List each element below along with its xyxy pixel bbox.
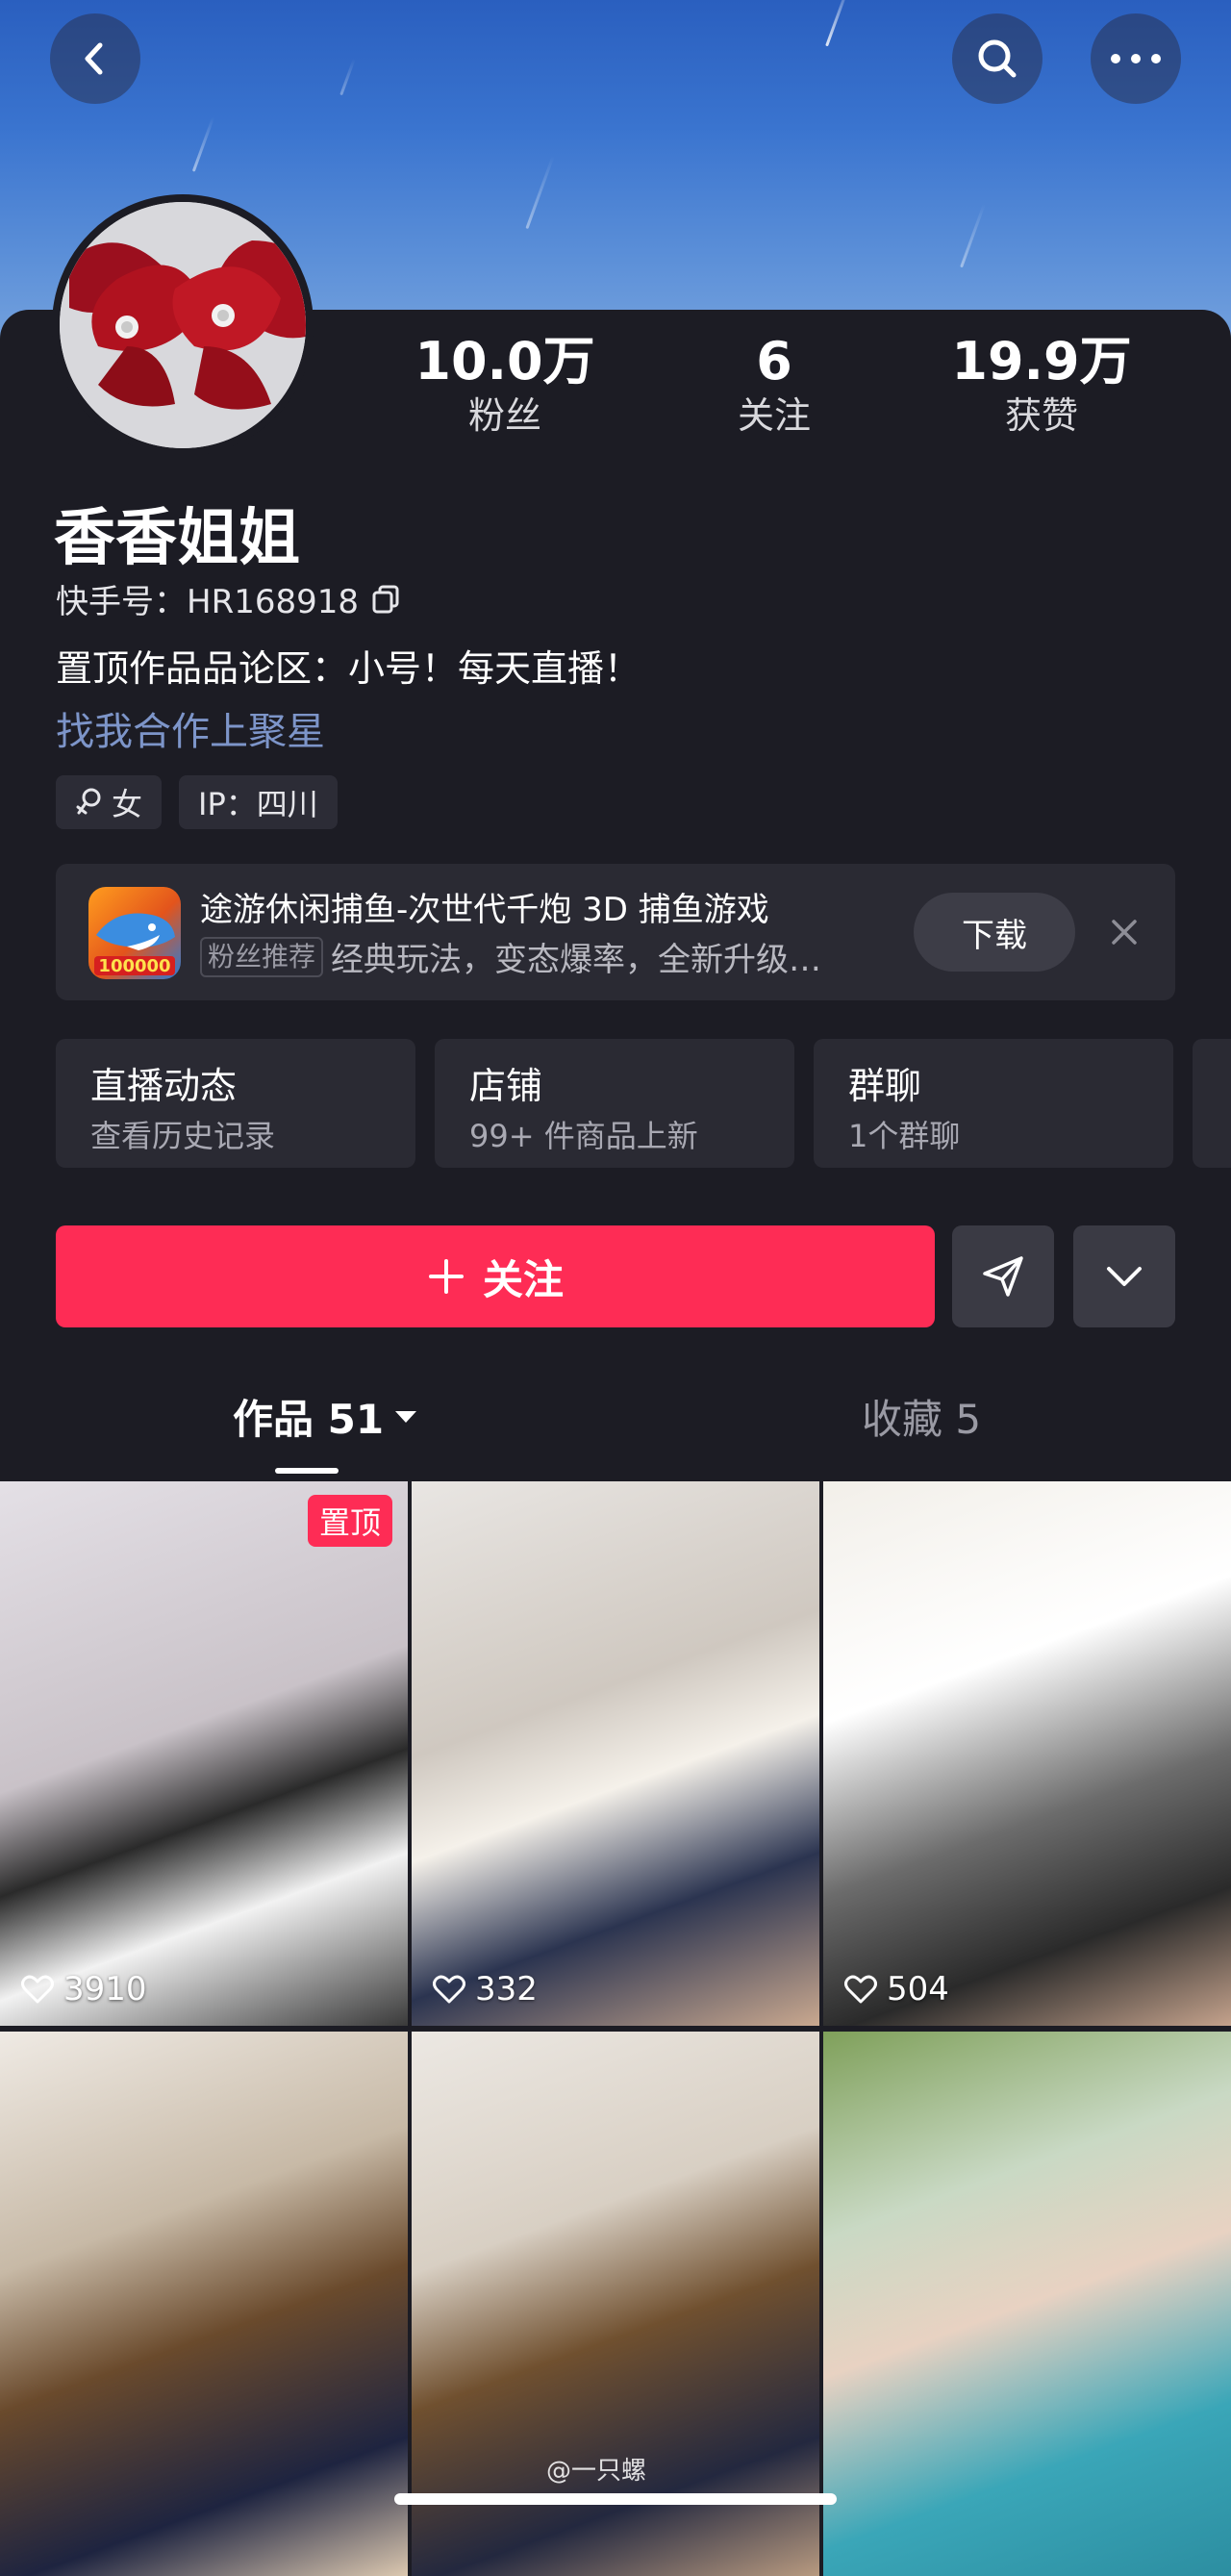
avatar[interactable] — [52, 194, 314, 456]
entry-more-partial[interactable] — [1193, 1039, 1231, 1168]
follow-label: 关注 — [482, 1255, 564, 1303]
entry-group-chat[interactable]: 群聊 1个群聊 — [814, 1039, 1173, 1168]
copy-icon[interactable] — [370, 583, 403, 616]
ad-icon-text: 100000 — [98, 956, 171, 976]
user-id-row: 快手号：HR168918 — [56, 575, 403, 622]
more-icon — [1111, 54, 1161, 63]
entry-subtitle: 99+ 件商品上新 — [469, 1118, 698, 1154]
follow-button[interactable]: 关注 — [56, 1225, 935, 1327]
send-message-button[interactable] — [952, 1225, 1054, 1327]
tab-works-label: 作品 51 — [233, 1396, 385, 1443]
entry-title: 群聊 — [848, 1065, 922, 1107]
video-thumbnail[interactable]: 置顶 3910 — [0, 1481, 408, 2026]
stat-value: 19.9万 — [951, 331, 1132, 391]
entry-live-history[interactable]: 直播动态 查看历史记录 — [56, 1039, 415, 1168]
ad-title: 途游休闲捕鱼-次世代千炮 3D 捕鱼游戏 — [200, 891, 769, 929]
ad-close-button[interactable] — [1100, 908, 1148, 956]
chevron-down-icon — [1107, 1267, 1142, 1286]
heart-icon — [844, 1975, 877, 2004]
watermark: @一只螺 — [546, 2457, 647, 2486]
cooperation-link[interactable]: 找我合作上聚星 — [56, 700, 325, 756]
chevron-left-icon — [85, 42, 103, 75]
entry-subtitle: 查看历史记录 — [90, 1118, 276, 1154]
gender-label: 女 — [112, 786, 143, 822]
plus-icon — [428, 1259, 464, 1294]
ip-tag: IP：四川 — [179, 775, 338, 829]
home-indicator — [394, 2493, 837, 2505]
send-icon — [983, 1256, 1023, 1297]
entry-subtitle: 1个群聊 — [848, 1118, 961, 1154]
caret-down-icon — [395, 1410, 417, 1423]
female-icon — [76, 788, 101, 815]
video-likes: 332 — [433, 1970, 538, 2008]
game-app-icon: 100000 — [88, 887, 181, 979]
entry-shop[interactable]: 店铺 99+ 件商品上新 — [435, 1039, 794, 1168]
video-likes: 3910 — [21, 1970, 147, 2008]
red-bow-avatar — [60, 202, 306, 448]
stat-label: 获赞 — [1004, 394, 1078, 437]
close-icon — [1112, 920, 1137, 945]
stat-followers[interactable]: 10.0万 粉丝 — [394, 333, 616, 441]
pinned-badge: 置顶 — [307, 1495, 392, 1547]
ad-desc-text: 经典玩法，变态爆率，全新升级… — [331, 941, 822, 979]
ad-badge: 粉丝推荐 — [200, 936, 324, 977]
likes-count: 332 — [475, 1970, 538, 2008]
likes-count: 504 — [887, 1970, 949, 2008]
video-thumbnail[interactable] — [0, 2032, 408, 2576]
likes-count: 3910 — [63, 1970, 147, 2008]
video-thumbnail[interactable] — [823, 2032, 1231, 2576]
ip-label: IP：四川 — [198, 786, 318, 822]
more-button[interactable] — [1091, 13, 1181, 104]
heart-icon — [21, 1975, 54, 2004]
search-button[interactable] — [952, 13, 1043, 104]
profile-bio: 置顶作品品论区：小号！每天直播！ — [56, 647, 641, 690]
gender-tag: 女 — [56, 775, 163, 829]
heart-icon — [433, 1975, 465, 2004]
tab-favorites[interactable]: 收藏 5 — [862, 1387, 981, 1446]
stat-label: 粉丝 — [467, 394, 541, 437]
profile-name: 香香姐姐 — [54, 503, 300, 574]
ad-description: 粉丝推荐 经典玩法，变态爆率，全新升级… — [200, 933, 821, 980]
tab-underline — [275, 1468, 339, 1474]
stat-value: 6 — [756, 331, 792, 391]
expand-button[interactable] — [1073, 1225, 1175, 1327]
download-button[interactable]: 下载 — [914, 893, 1075, 972]
entry-title: 直播动态 — [90, 1065, 238, 1107]
stat-label: 关注 — [737, 394, 811, 437]
video-likes: 504 — [844, 1970, 949, 2008]
entry-title: 店铺 — [469, 1065, 543, 1107]
stat-likes[interactable]: 19.9万 获赞 — [931, 333, 1152, 441]
ad-banner[interactable]: 100000 途游休闲捕鱼-次世代千炮 3D 捕鱼游戏 粉丝推荐 经典玩法，变态… — [56, 864, 1175, 1000]
stat-value: 10.0万 — [415, 331, 595, 391]
user-id: 快手号：HR168918 — [56, 583, 359, 621]
back-button[interactable] — [50, 13, 140, 104]
video-thumbnail[interactable]: 332 — [412, 1481, 819, 2026]
search-icon — [978, 39, 1017, 78]
video-thumbnail[interactable]: 504 — [823, 1481, 1231, 2026]
stat-following[interactable]: 6 关注 — [664, 333, 885, 441]
tab-works[interactable]: 作品 51 — [233, 1387, 418, 1446]
